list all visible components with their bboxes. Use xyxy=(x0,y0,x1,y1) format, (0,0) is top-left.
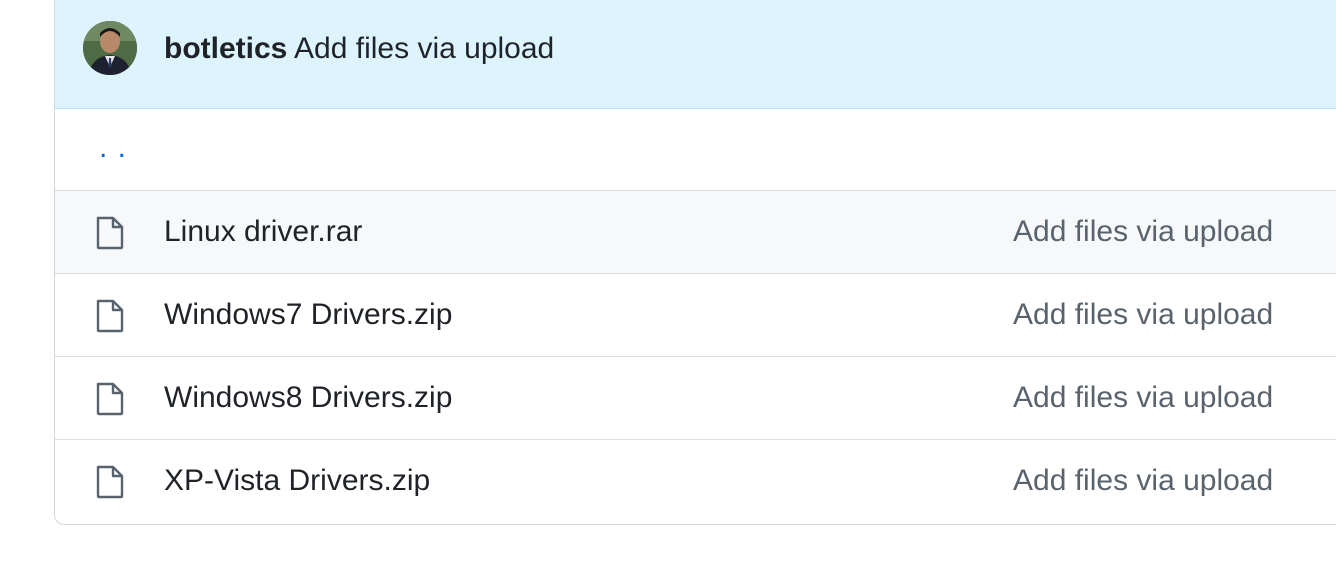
file-commit-message-link[interactable]: Add files via upload xyxy=(1013,296,1273,334)
avatar[interactable] xyxy=(83,21,137,75)
file-name-link[interactable]: Windows8 Drivers.zip xyxy=(164,379,452,417)
latest-commit-text: botletics Add files via upload xyxy=(164,30,554,68)
file-icon xyxy=(96,299,124,333)
file-row[interactable]: XP-Vista Drivers.zip Add files via uploa… xyxy=(55,440,1336,523)
latest-commit-bar: botletics Add files via upload xyxy=(55,0,1336,109)
commit-author-link[interactable]: botletics xyxy=(164,32,287,65)
file-commit-message-link[interactable]: Add files via upload xyxy=(1013,213,1273,251)
file-commit-message-link[interactable]: Add files via upload xyxy=(1013,462,1273,500)
file-icon xyxy=(96,465,124,499)
file-row[interactable]: Linux driver.rar Add files via upload xyxy=(55,191,1336,274)
avatar-image xyxy=(83,21,137,75)
file-row[interactable]: Windows7 Drivers.zip Add files via uploa… xyxy=(55,274,1336,357)
file-name-link[interactable]: Windows7 Drivers.zip xyxy=(164,296,452,334)
commit-message-link[interactable]: Add files via upload xyxy=(294,32,554,65)
file-icon xyxy=(96,216,124,250)
file-name-link[interactable]: XP-Vista Drivers.zip xyxy=(164,462,430,500)
file-row[interactable]: Windows8 Drivers.zip Add files via uploa… xyxy=(55,357,1336,440)
file-commit-message-link[interactable]: Add files via upload xyxy=(1013,379,1273,417)
file-browser: botletics Add files via upload . . Linux… xyxy=(54,0,1336,525)
file-name-link[interactable]: Linux driver.rar xyxy=(164,213,362,251)
parent-directory-link[interactable]: . . xyxy=(99,133,127,163)
file-icon xyxy=(96,382,124,416)
parent-directory-row[interactable]: . . xyxy=(55,109,1336,191)
